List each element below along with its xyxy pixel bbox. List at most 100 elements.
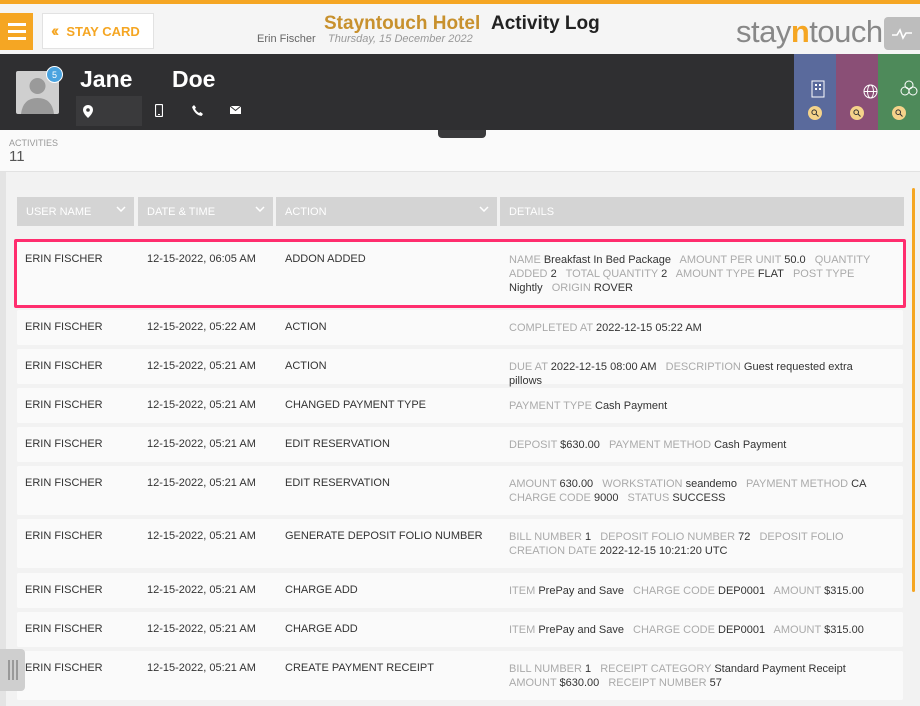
activity-row[interactable]: ERIN FISCHER 12-15-2022, 05:22 AM ACTION CO… bbox=[17, 310, 903, 345]
activity-row[interactable]: ERIN FISCHER 12-15-2022, 05:21 AM CHARGE A… bbox=[17, 573, 903, 608]
globe-icon bbox=[863, 84, 878, 99]
row-date-time: 12-15-2022, 06:05 AM bbox=[147, 253, 256, 265]
detail-value: 2022-12-15 10:21:20 UTC bbox=[599, 545, 728, 557]
detail-label: CHARGE CODE bbox=[633, 624, 715, 636]
guest-first-name: Jane bbox=[80, 66, 133, 92]
activity-row[interactable]: ERIN FISCHER 12-15-2022, 05:21 AM GENERATE… bbox=[17, 519, 903, 568]
row-user-name: ERIN FISCHER bbox=[25, 321, 103, 333]
magnifier-icon bbox=[892, 106, 906, 120]
double-chevron-left-icon: ‹‹ bbox=[51, 21, 60, 40]
row-action: CHARGE ADD bbox=[285, 584, 358, 596]
email-button[interactable] bbox=[227, 102, 243, 118]
detail-label: TOTAL QUANTITY bbox=[565, 268, 659, 280]
activity-row[interactable]: ERIN FISCHER 12-15-2022, 05:21 AM CREATE P… bbox=[17, 651, 903, 700]
stay-card-button[interactable]: ‹‹ STAY CARD bbox=[42, 13, 154, 49]
detail-value: 72 bbox=[738, 531, 751, 543]
detail-label: BILL NUMBER bbox=[509, 531, 582, 543]
notification-badge: 5 bbox=[46, 66, 63, 83]
row-action: CHANGED PAYMENT TYPE bbox=[285, 399, 426, 411]
detail-value: Cash Payment bbox=[595, 400, 668, 412]
vertical-scrollbar[interactable] bbox=[912, 188, 915, 592]
row-date-time: 12-15-2022, 05:21 AM bbox=[147, 662, 256, 674]
detail-value: $630.00 bbox=[560, 439, 600, 451]
row-action: EDIT RESERVATION bbox=[285, 438, 390, 450]
activity-row[interactable]: ERIN FISCHER 12-15-2022, 05:21 AM ACTION DU… bbox=[17, 349, 903, 387]
row-details: NAME Breakfast In Bed Package AMOUNT PER… bbox=[509, 253, 894, 295]
grip-icon bbox=[15, 660, 18, 680]
detail-value: PrePay and Save bbox=[538, 624, 624, 636]
grip-icon bbox=[7, 660, 10, 680]
tile-globe[interactable] bbox=[836, 54, 878, 130]
detail-value: Cash Payment bbox=[714, 439, 787, 451]
row-date-time: 12-15-2022, 05:21 AM bbox=[147, 584, 256, 596]
detail-label: AMOUNT bbox=[509, 478, 557, 490]
row-date-time: 12-15-2022, 05:21 AM bbox=[147, 438, 256, 450]
detail-label: PAYMENT TYPE bbox=[509, 400, 592, 412]
row-user-name: ERIN FISCHER bbox=[25, 584, 103, 596]
phone-button[interactable] bbox=[189, 102, 205, 118]
row-user-name: ERIN FISCHER bbox=[25, 662, 103, 674]
detail-label: POST TYPE bbox=[792, 268, 855, 280]
detail-value: $630.00 bbox=[559, 677, 600, 689]
hamburger-icon bbox=[7, 23, 26, 26]
detail-value: CA bbox=[851, 478, 867, 490]
detail-label: ITEM bbox=[509, 585, 536, 597]
column-header-user-name[interactable]: USER NAME bbox=[17, 197, 134, 226]
detail-label: AMOUNT bbox=[773, 624, 822, 636]
mobile-phone-button[interactable] bbox=[151, 102, 167, 118]
tile-circles[interactable] bbox=[878, 54, 920, 130]
detail-label: CHARGE CODE bbox=[633, 585, 715, 597]
hotel-name: Stayntouch Hotel bbox=[324, 13, 481, 34]
column-header-action[interactable]: ACTION bbox=[276, 197, 497, 226]
row-details: DEPOSIT $630.00 PAYMENT METHOD Cash Paym… bbox=[509, 438, 894, 452]
detail-value: PrePay and Save bbox=[538, 585, 624, 597]
location-field[interactable] bbox=[76, 96, 142, 126]
stay-card-label: STAY CARD bbox=[66, 23, 140, 39]
detail-label: DEPOSIT FOLIO NUMBER bbox=[600, 531, 736, 543]
column-header-date-time[interactable]: DATE & TIME bbox=[138, 197, 273, 226]
row-date-time: 12-15-2022, 05:21 AM bbox=[147, 623, 256, 635]
detail-value: 630.00 bbox=[559, 478, 594, 490]
guest-last-name: Doe bbox=[172, 66, 216, 92]
detail-label: DESCRIPTION bbox=[665, 361, 741, 373]
row-action: GENERATE DEPOSIT FOLIO NUMBER bbox=[285, 530, 483, 542]
magnifier-icon bbox=[808, 106, 822, 120]
detail-label: STATUS bbox=[627, 492, 670, 504]
row-details: AMOUNT 630.00 WORKSTATION seandemo PAYME… bbox=[509, 477, 894, 505]
brand-logo: stayntouch bbox=[736, 14, 883, 49]
detail-value: Nightly bbox=[509, 282, 543, 294]
side-drawer-grip[interactable] bbox=[0, 649, 25, 691]
detail-label: AMOUNT PER UNIT bbox=[679, 254, 782, 266]
detail-value: 1 bbox=[585, 663, 592, 675]
detail-label: AMOUNT TYPE bbox=[675, 268, 755, 280]
activity-row[interactable]: ERIN FISCHER 12-15-2022, 05:21 AM EDIT RES… bbox=[17, 466, 903, 515]
activity-row[interactable]: ERIN FISCHER 12-15-2022, 05:21 AM CHANGED … bbox=[17, 388, 903, 423]
activity-row[interactable]: ERIN FISCHER 12-15-2022, 05:21 AM EDIT RES… bbox=[17, 427, 903, 462]
detail-label: CHARGE CODE bbox=[509, 492, 591, 504]
activity-pulse-button[interactable] bbox=[884, 17, 920, 50]
activity-row[interactable]: ERIN FISCHER 12-15-2022, 05:21 AM CHARGE A… bbox=[17, 612, 903, 647]
row-details: ITEM PrePay and Save CHARGE CODE DEP0001… bbox=[509, 623, 894, 637]
row-action: CHARGE ADD bbox=[285, 623, 358, 635]
detail-label: DEPOSIT bbox=[509, 439, 558, 451]
detail-label: AMOUNT bbox=[509, 677, 557, 689]
row-date-time: 12-15-2022, 05:21 AM bbox=[147, 477, 256, 489]
menu-button[interactable] bbox=[0, 13, 33, 50]
drawer-handle[interactable] bbox=[438, 130, 486, 138]
detail-value: 2 bbox=[550, 268, 557, 280]
app-header: ‹‹ STAY CARD Stayntouch Hotel Activity L… bbox=[0, 4, 920, 54]
activity-row[interactable]: ERIN FISCHER 12-15-2022, 06:05 AM ADDON AD… bbox=[14, 239, 906, 308]
detail-label: RECEIPT CATEGORY bbox=[600, 663, 712, 675]
grip-icon bbox=[11, 660, 14, 680]
row-user-name: ERIN FISCHER bbox=[25, 360, 103, 372]
tile-building[interactable] bbox=[794, 54, 836, 130]
guest-bar: 5 Jane Doe bbox=[0, 54, 920, 130]
row-action: EDIT RESERVATION bbox=[285, 477, 390, 489]
row-date-time: 12-15-2022, 05:21 AM bbox=[147, 399, 256, 411]
row-user-name: ERIN FISCHER bbox=[25, 399, 103, 411]
magnifier-icon bbox=[850, 106, 864, 120]
activities-count: 11 bbox=[9, 148, 25, 165]
detail-label: AMOUNT bbox=[773, 585, 822, 597]
row-details: DUE AT 2022-12-15 08:00 AM DESCRIPTION G… bbox=[509, 360, 894, 388]
detail-value: ROVER bbox=[593, 282, 633, 294]
